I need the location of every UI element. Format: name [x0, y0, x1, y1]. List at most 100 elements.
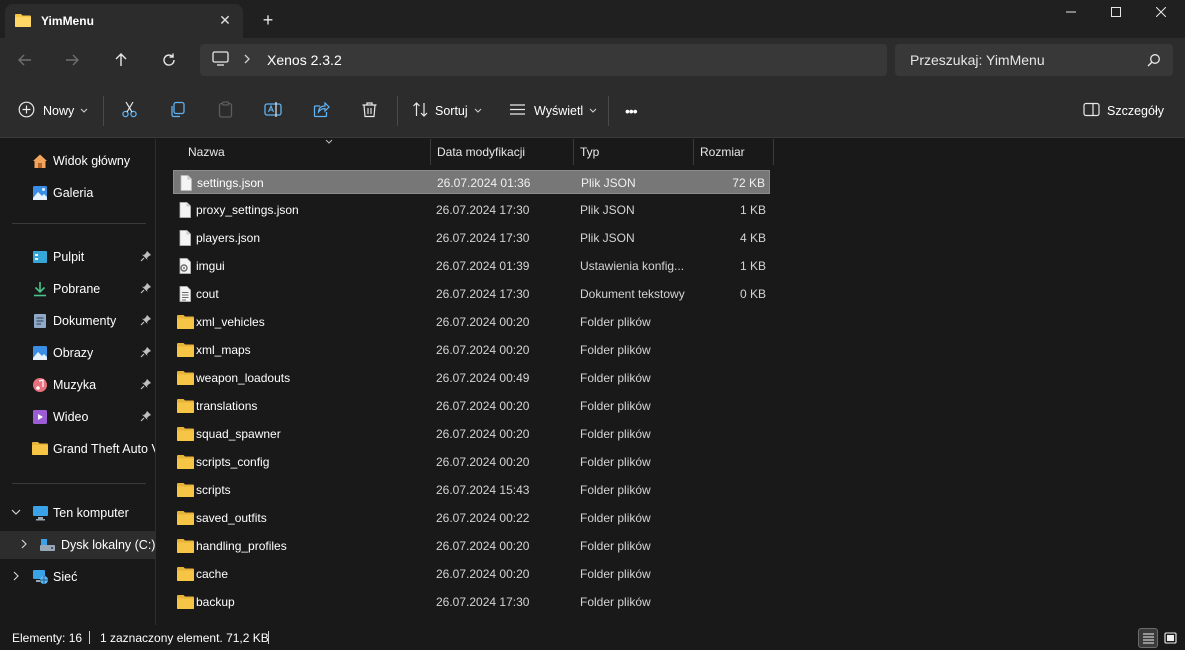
command-bar: Nowy Sortuj Wyświetl ••• Szczegóły	[0, 84, 1185, 138]
sidebar-item-local-disk[interactable]: Dysk lokalny (C:)	[0, 531, 155, 559]
file-icon	[177, 202, 193, 218]
file-name: handling_profiles	[196, 539, 287, 553]
search-input[interactable]: Przeszukaj: YimMenu	[910, 52, 1045, 68]
folder-row[interactable]: scripts 26.07.2024 15:43 Folder plików	[173, 478, 770, 502]
trash-icon	[361, 101, 378, 121]
close-tab-icon[interactable]: ✕	[217, 12, 233, 28]
rename-icon	[264, 101, 282, 121]
folder-icon	[177, 566, 194, 582]
details-pane-label: Szczegóły	[1107, 104, 1164, 118]
sidebar-item-label: Dokumenty	[53, 314, 117, 328]
folder-row[interactable]: xml_maps 26.07.2024 00:20 Folder plików	[173, 338, 770, 362]
file-modified: 26.07.2024 01:36	[437, 176, 531, 190]
sidebar-item-gallery[interactable]: Galeria	[0, 179, 155, 207]
refresh-icon[interactable]	[153, 46, 185, 74]
folder-row[interactable]: squad_spawner 26.07.2024 00:20 Folder plik…	[173, 422, 770, 446]
pin-icon[interactable]	[140, 378, 152, 390]
large-icons-view-icon[interactable]	[1160, 628, 1180, 648]
folder-icon	[177, 426, 194, 442]
details-pane-button[interactable]: Szczegóły	[1083, 97, 1164, 125]
address-bar[interactable]: Xenos 2.3.2	[200, 44, 887, 76]
separator	[397, 96, 398, 126]
navigation-bar: Xenos 2.3.2 Przeszukaj: YimMenu	[0, 38, 1185, 84]
folder-row[interactable]: backup 26.07.2024 17:30 Folder plików	[173, 590, 770, 614]
details-view-icon[interactable]	[1138, 628, 1158, 648]
column-header-modified[interactable]: Data modyfikacji	[431, 139, 574, 165]
maximize-icon[interactable]	[1093, 0, 1139, 24]
sidebar-item-documents[interactable]: Dokumenty	[0, 307, 155, 335]
minimize-icon[interactable]	[1048, 0, 1094, 24]
pin-icon[interactable]	[140, 282, 152, 294]
folder-icon	[177, 342, 194, 358]
folder-row[interactable]: scripts_config 26.07.2024 00:20 Folder pli…	[173, 450, 770, 474]
delete-button[interactable]	[361, 97, 378, 125]
paste-button[interactable]	[217, 97, 234, 125]
sidebar-divider	[12, 483, 146, 484]
file-type: Folder plików	[580, 427, 651, 441]
new-button[interactable]: Nowy	[18, 97, 88, 125]
music-icon	[32, 377, 48, 393]
file-row[interactable]: imgui 26.07.2024 01:39 Ustawienia konfig..…	[173, 254, 770, 278]
sidebar-item-pictures[interactable]: Obrazy	[0, 339, 155, 367]
view-button[interactable]: Wyświetl	[509, 97, 597, 125]
file-row[interactable]: proxy_settings.json 26.07.2024 17:30 Plik …	[173, 198, 770, 222]
share-button[interactable]	[313, 97, 330, 125]
sidebar-item-network[interactable]: Sieć	[0, 563, 155, 591]
sidebar-item-label: Sieć	[53, 570, 78, 584]
tab-yimmenu[interactable]: YimMenu ✕	[5, 4, 243, 38]
sidebar-item-home[interactable]: Widok główny	[0, 147, 155, 175]
column-header-label: Data modyfikacji	[437, 145, 526, 159]
pin-icon[interactable]	[140, 314, 152, 326]
folder-icon	[177, 370, 194, 386]
cut-button[interactable]	[121, 97, 138, 125]
file-name: xml_vehicles	[196, 315, 265, 329]
pin-icon[interactable]	[140, 250, 152, 262]
settings-file-icon	[177, 258, 193, 274]
file-row[interactable]: players.json 26.07.2024 17:30 Plik JSON 4 K…	[173, 226, 770, 250]
file-row[interactable]: cout 26.07.2024 17:30 Dokument tekstowy 0 K…	[173, 282, 770, 306]
sort-button[interactable]: Sortuj	[412, 97, 482, 125]
column-header-type[interactable]: Typ	[574, 139, 694, 165]
pin-icon[interactable]	[140, 346, 152, 358]
sidebar-item-label: Pobrane	[53, 282, 101, 296]
file-row[interactable]: settings.json 26.07.2024 01:36 Plik JSON 72…	[173, 170, 770, 194]
more-options-button[interactable]: •••	[625, 97, 638, 125]
up-arrow-icon[interactable]	[105, 46, 137, 74]
search-box[interactable]: Przeszukaj: YimMenu	[895, 44, 1173, 76]
sidebar-item-gta-v[interactable]: Grand Theft Auto V	[0, 435, 155, 463]
pin-icon[interactable]	[140, 410, 152, 422]
folder-icon	[15, 13, 31, 30]
new-tab-button[interactable]: +	[257, 9, 279, 31]
folder-row[interactable]: handling_profiles 26.07.2024 00:20 Folder …	[173, 534, 770, 558]
sidebar-item-downloads[interactable]: Pobrane	[0, 275, 155, 303]
breadcrumb-item[interactable]: Xenos 2.3.2	[267, 52, 342, 68]
copy-icon	[169, 101, 186, 121]
file-name: settings.json	[197, 176, 264, 190]
column-header-size[interactable]: Rozmiar	[694, 139, 774, 165]
sidebar-item-music[interactable]: Muzyka	[0, 371, 155, 399]
file-type: Folder plików	[580, 567, 651, 581]
chevron-down-icon[interactable]	[10, 506, 22, 518]
folder-row[interactable]: weapon_loadouts 26.07.2024 00:49 Folder pl…	[173, 366, 770, 390]
folder-row[interactable]: xml_vehicles 26.07.2024 00:20 Folder plikó…	[173, 310, 770, 334]
folder-row[interactable]: cache 26.07.2024 00:20 Folder plików	[173, 562, 770, 586]
sidebar-item-desktop[interactable]: Pulpit	[0, 243, 155, 271]
file-type: Dokument tekstowy	[580, 287, 685, 301]
close-window-icon[interactable]	[1138, 0, 1184, 24]
chevron-down-icon	[589, 107, 597, 116]
back-arrow-icon[interactable]	[9, 46, 41, 74]
folder-row[interactable]: saved_outfits 26.07.2024 00:22 Folder plik…	[173, 506, 770, 530]
copy-button[interactable]	[169, 97, 186, 125]
rename-button[interactable]	[264, 97, 282, 125]
folder-row[interactable]: translations 26.07.2024 00:20 Folder plikó…	[173, 394, 770, 418]
file-type: Ustawienia konfig...	[580, 259, 685, 273]
forward-arrow-icon[interactable]	[56, 46, 88, 74]
search-icon[interactable]	[1147, 53, 1161, 70]
chevron-right-icon[interactable]	[10, 570, 22, 582]
file-icon	[178, 175, 194, 191]
column-header-name[interactable]: Nazwa	[182, 139, 431, 165]
sidebar-item-this-pc[interactable]: Ten komputer	[0, 499, 155, 527]
chevron-right-icon[interactable]	[18, 538, 30, 550]
breadcrumb-chevron-icon[interactable]	[243, 53, 251, 67]
sidebar-item-video[interactable]: Wideo	[0, 403, 155, 431]
